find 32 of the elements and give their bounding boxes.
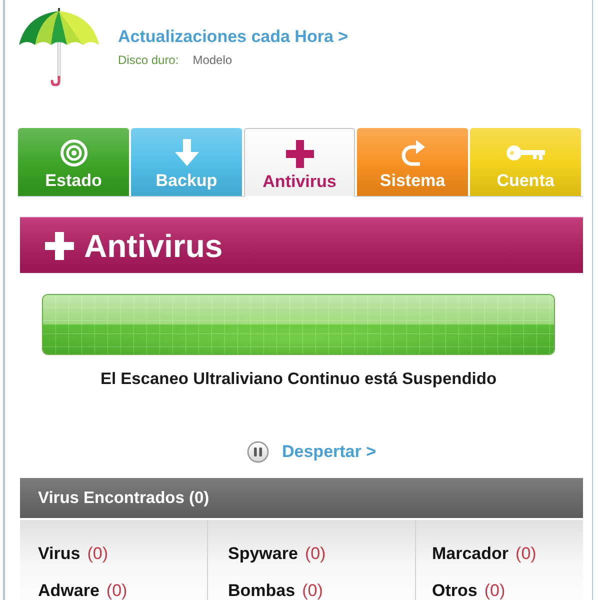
nav-tab[interactable]: Backup <box>131 128 242 196</box>
down-arrow-icon <box>174 139 200 167</box>
nav-tab[interactable]: Estado <box>18 128 129 196</box>
pause-icon <box>247 441 269 463</box>
threat-count: (0) <box>484 581 506 600</box>
threat-type-label: Adware <box>38 581 100 600</box>
nav-tab[interactable]: Antivirus <box>244 128 355 197</box>
target-icon <box>60 139 88 167</box>
nav-tab[interactable]: Cuenta <box>470 128 581 196</box>
wake-link[interactable]: Despertar > <box>282 441 376 463</box>
status-message: El Escaneo Ultraliviano Continuo está Suspendido <box>99 369 498 389</box>
threat-type-label: Spyware <box>228 544 298 564</box>
disk-label: Disco duro: <box>118 52 179 68</box>
threat-count: (0) <box>302 581 323 600</box>
nav-tab[interactable]: Sistema <box>357 128 468 196</box>
threat-count: (0) <box>516 544 536 564</box>
panel-header: Virus Encontrados (0) <box>20 478 583 518</box>
threat-count: (0) <box>106 581 128 600</box>
threat-type-label: Virus <box>38 544 80 564</box>
plus-icon <box>45 232 74 260</box>
key-icon <box>506 143 546 163</box>
umbrella-icon <box>18 8 100 86</box>
threat-count: (0) <box>304 544 326 564</box>
threat-type-label: Marcador <box>432 544 509 564</box>
circular-arrow-icon <box>400 139 426 167</box>
threat-type-label: Otros <box>432 581 478 600</box>
disk-value: Modelo <box>192 52 232 68</box>
plus-icon <box>286 140 314 168</box>
threat-type-label: Bombas <box>228 581 296 600</box>
threat-count: (0) <box>87 544 108 564</box>
updates-link[interactable]: Actualizaciones cada Hora > <box>118 26 348 48</box>
section-title: Antivirus <box>84 228 223 264</box>
